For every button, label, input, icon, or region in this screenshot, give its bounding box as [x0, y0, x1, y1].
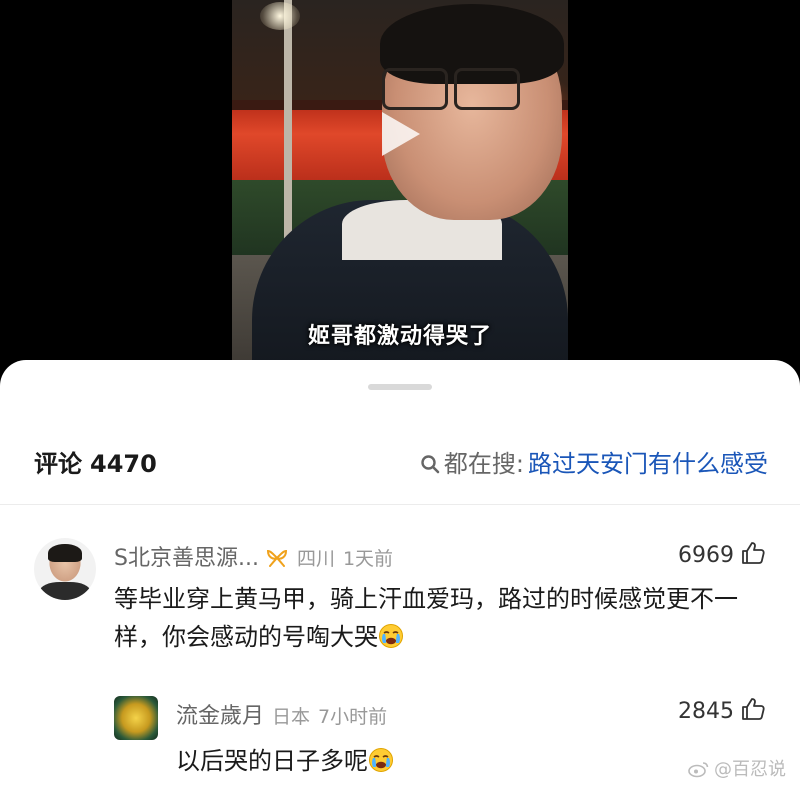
weibo-icon: [688, 760, 710, 778]
like-count: 6969: [678, 543, 734, 568]
like-control[interactable]: 6969: [678, 540, 766, 568]
thumbs-up-icon[interactable]: [740, 540, 766, 566]
comment-text-content: 以后哭的日子多呢: [176, 747, 368, 775]
play-icon[interactable]: [378, 108, 424, 160]
watermark-text: @百忍说: [714, 759, 786, 780]
video-caption: 姬哥都激动得哭了: [307, 324, 492, 349]
sheet-drag-handle[interactable]: [368, 384, 432, 390]
comment-meta: 流金歲月 日本 7小时前: [176, 698, 387, 730]
like-control[interactable]: 2845: [678, 696, 766, 724]
crying-emoji-icon: [368, 746, 394, 772]
trending-search-topic[interactable]: 路过天安门有什么感受: [528, 450, 768, 478]
comment-time: 7小时前: [318, 706, 388, 728]
comment-text: 以后哭的日子多呢: [176, 742, 736, 780]
video-person-glasses-right: [454, 68, 520, 110]
crying-emoji-icon: [378, 622, 404, 648]
badge-icon: [265, 548, 289, 568]
video-scene-lamp: [284, 0, 292, 240]
video-player[interactable]: 姬哥都激动得哭了: [0, 0, 800, 380]
avatar-shirt: [40, 582, 90, 600]
comment-location: 日本: [272, 706, 311, 728]
comment-count-label: 评论: [34, 450, 82, 478]
comments-header: 评论 4470 都在搜: 路过天安门有什么感受: [0, 444, 800, 480]
comment-sheet: 评论 4470 都在搜: 路过天安门有什么感受 S北京善思源... 四川 1天前 69…: [0, 360, 800, 791]
comment-count: 评论 4470: [34, 444, 157, 479]
comment-time: 1天前: [342, 548, 394, 570]
video-scene-lamp-light: [260, 2, 300, 30]
header-divider: [0, 504, 800, 505]
video-frame[interactable]: 姬哥都激动得哭了: [232, 0, 568, 380]
like-count: 2845: [678, 699, 734, 724]
trending-search-prefix: 都在搜:: [443, 450, 524, 478]
comment-meta: S北京善思源... 四川 1天前: [114, 540, 393, 572]
comment-text: 等毕业穿上黄马甲，骑上汗血爱玛，路过的时候感觉更不一样，你会感动的号啕大哭: [114, 580, 774, 656]
comment-location: 四川: [296, 548, 335, 570]
video-person-glasses-left: [382, 68, 448, 110]
avatar-hair: [48, 544, 82, 562]
thumbs-up-icon[interactable]: [740, 696, 766, 722]
trending-search-link[interactable]: 都在搜: 路过天安门有什么感受: [420, 444, 768, 479]
comment-text-content: 等毕业穿上黄马甲，骑上汗血爱玛，路过的时候感觉更不一样，你会感动的号啕大哭: [114, 585, 738, 651]
search-icon: [420, 452, 440, 474]
avatar[interactable]: [34, 538, 96, 600]
avatar[interactable]: [114, 696, 158, 740]
username[interactable]: 流金歲月: [176, 704, 264, 729]
watermark: @百忍说: [688, 755, 786, 781]
username[interactable]: S北京善思源...: [114, 546, 259, 571]
comment-count-number: 4470: [90, 450, 157, 478]
